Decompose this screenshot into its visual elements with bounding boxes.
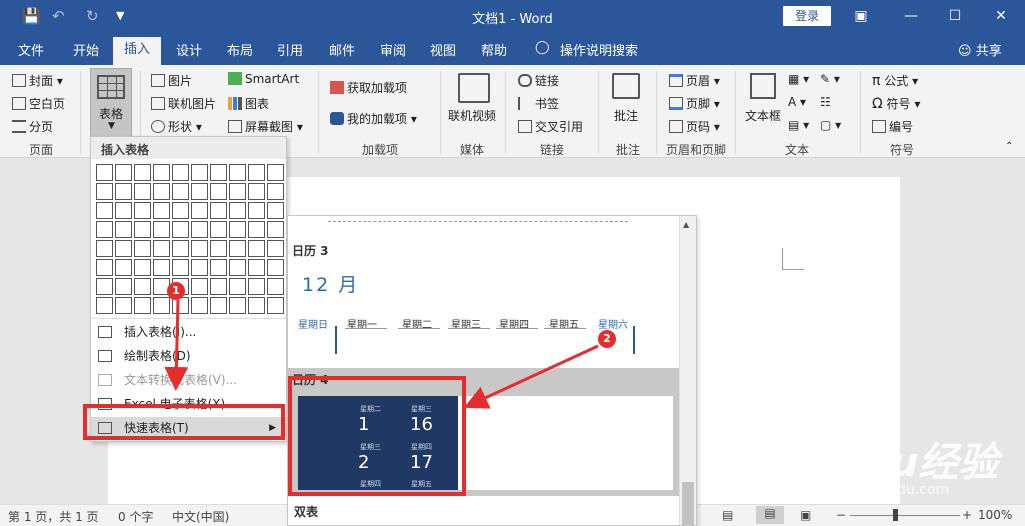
step-badge-1: 1 xyxy=(167,282,185,300)
arrow-2 xyxy=(463,344,599,409)
watermark-logo: Baidu经验 xyxy=(790,440,999,486)
arrow-1 xyxy=(164,299,189,391)
watermark-url: jingyan.baidu.com xyxy=(820,482,950,498)
step-badge-2: 2 xyxy=(598,330,616,348)
